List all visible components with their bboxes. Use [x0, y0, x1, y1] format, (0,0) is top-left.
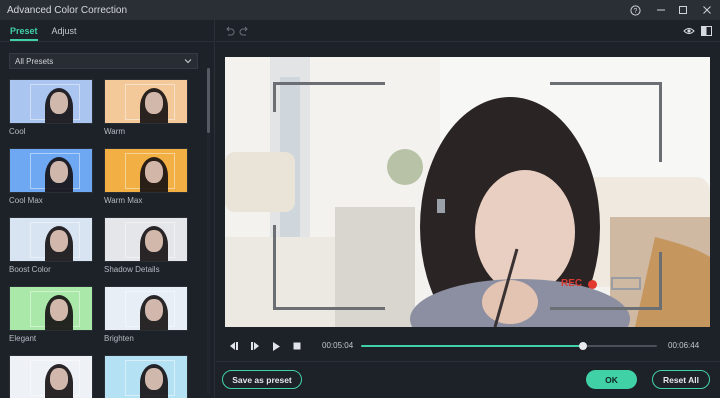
preset-label: Warm Max — [104, 196, 143, 205]
close-button[interactable] — [699, 2, 715, 18]
current-time: 00:05:04 — [322, 341, 354, 350]
preset-item[interactable]: Cool Max — [9, 148, 93, 205]
step-forward-icon — [251, 342, 259, 350]
viewfinder-corner-bl — [273, 225, 385, 310]
tab-bar: Preset Adjust — [10, 26, 77, 41]
preview-toggle-button[interactable] — [683, 25, 695, 37]
preset-thumbnail — [9, 148, 93, 193]
seek-handle[interactable] — [579, 342, 587, 350]
preset-thumbnail — [104, 217, 188, 262]
tab-divider — [0, 41, 214, 42]
thumbnail-face — [145, 92, 163, 114]
footer-divider — [216, 361, 720, 362]
eye-icon — [683, 28, 695, 34]
preset-item[interactable]: Warm — [104, 79, 188, 136]
split-view-icon — [700, 26, 712, 36]
toolbar-divider — [216, 41, 720, 42]
preset-thumbnail — [104, 286, 188, 331]
preset-thumbnail — [9, 355, 93, 398]
thumbnail-face — [50, 92, 68, 114]
thumbnail-face — [50, 161, 68, 183]
help-button[interactable]: ? — [627, 2, 643, 18]
ok-button[interactable]: OK — [586, 370, 637, 389]
stop-icon — [293, 342, 301, 350]
tab-preset[interactable]: Preset — [10, 26, 38, 41]
reset-all-button[interactable]: Reset All — [652, 370, 710, 389]
redo-button[interactable] — [238, 25, 250, 37]
preset-label: Cool Max — [9, 196, 43, 205]
preset-label: Boost Color — [9, 265, 51, 274]
rewind-button[interactable] — [227, 339, 241, 353]
thumbnail-face — [145, 230, 163, 252]
thumbnail-face — [50, 368, 68, 390]
preset-thumbnail — [104, 79, 188, 124]
preset-item[interactable]: Shadow Details — [104, 217, 188, 274]
preset-item[interactable]: Warm Max — [104, 148, 188, 205]
compare-view-button[interactable] — [700, 25, 712, 37]
preset-item[interactable]: Elegant — [9, 286, 93, 343]
preset-item[interactable]: Cool — [9, 79, 93, 136]
tab-adjust[interactable]: Adjust — [52, 26, 77, 41]
preset-panel: Preset Adjust All Presets Cool Warm Cool M… — [0, 20, 215, 398]
preset-thumbnail — [9, 286, 93, 331]
title-bar: Advanced Color Correction ? — [0, 0, 720, 20]
redo-icon — [239, 26, 248, 36]
battery-icon — [611, 277, 641, 290]
thumbnail-face — [145, 368, 163, 390]
rewind-icon — [230, 342, 238, 350]
chevron-down-icon — [184, 59, 192, 64]
playback-bar: 00:05:04 00:06:44 — [225, 336, 710, 356]
scrollbar-thumb[interactable] — [207, 68, 210, 133]
minimize-icon — [657, 9, 665, 11]
preset-thumbnail — [104, 355, 188, 398]
dropdown-value: All Presets — [15, 56, 54, 66]
save-as-preset-button[interactable]: Save as preset — [222, 370, 302, 389]
preview-panel: REC 00:05:04 00:06:44 Save as preset OK … — [216, 20, 720, 398]
preset-thumbnail — [9, 79, 93, 124]
rec-dot — [588, 280, 597, 289]
thumbnail-face — [50, 299, 68, 321]
thumbnail-face — [145, 161, 163, 183]
preset-thumbnail — [9, 217, 93, 262]
seek-progress — [361, 345, 583, 347]
preset-thumbnail — [104, 148, 188, 193]
thumbnail-face — [145, 299, 163, 321]
preset-label: Warm — [104, 127, 126, 136]
rec-indicator: REC — [561, 278, 583, 289]
play-icon — [273, 341, 280, 351]
preset-label: Elegant — [9, 334, 37, 343]
undo-button[interactable] — [223, 25, 235, 37]
preset-item[interactable]: Brighten — [104, 286, 188, 343]
preset-item[interactable]: Boost Color — [9, 217, 93, 274]
window-title: Advanced Color Correction — [7, 4, 128, 16]
svg-text:?: ? — [633, 8, 637, 15]
thumbnail-face — [50, 230, 68, 252]
maximize-button[interactable] — [675, 2, 691, 18]
viewfinder-corner-tl — [273, 82, 385, 112]
help-icon: ? — [629, 4, 641, 16]
close-icon — [703, 6, 711, 14]
preset-label: Cool — [9, 127, 26, 136]
total-time: 00:06:44 — [668, 341, 700, 350]
preset-filter-dropdown[interactable]: All Presets — [9, 53, 198, 69]
video-preview: REC — [225, 57, 710, 327]
play-button[interactable] — [269, 339, 283, 353]
minimize-button[interactable] — [653, 2, 669, 18]
stop-button[interactable] — [290, 339, 304, 353]
preset-item[interactable] — [9, 355, 93, 398]
step-frame-button[interactable] — [248, 339, 262, 353]
maximize-icon — [679, 6, 687, 14]
seek-track[interactable] — [361, 342, 657, 350]
viewfinder-corner-tr — [550, 82, 662, 162]
preset-label: Shadow Details — [104, 265, 160, 274]
preset-item[interactable] — [104, 355, 188, 398]
undo-icon — [225, 26, 234, 36]
preset-label: Brighten — [104, 334, 134, 343]
